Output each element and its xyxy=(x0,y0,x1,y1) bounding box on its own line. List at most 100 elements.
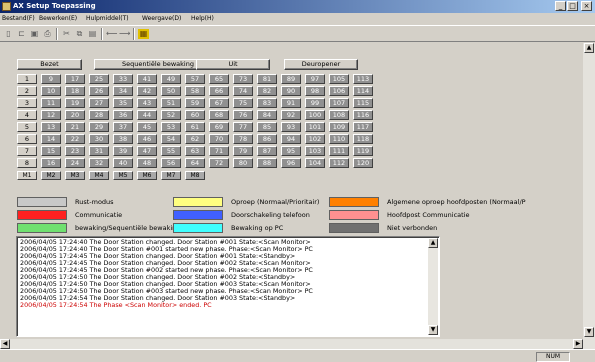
menu-weergave[interactable]: Weergave(D) xyxy=(142,14,181,24)
door-station-button[interactable]: 73 xyxy=(233,74,253,84)
master-station-button[interactable]: M2 xyxy=(41,171,61,180)
door-station-button[interactable]: 32 xyxy=(89,158,109,168)
row-button[interactable]: 2 xyxy=(17,86,37,96)
door-station-button[interactable]: 61 xyxy=(185,122,205,132)
door-station-button[interactable]: 12 xyxy=(41,110,61,120)
door-station-button[interactable]: 76 xyxy=(233,110,253,120)
door-station-button[interactable]: 11 xyxy=(41,98,61,108)
door-station-button[interactable]: 49 xyxy=(161,74,181,84)
deuropener-button[interactable]: Deuropener xyxy=(284,59,358,70)
bezet-button[interactable]: Bezet xyxy=(17,59,82,70)
door-station-button[interactable]: 24 xyxy=(65,158,85,168)
door-station-button[interactable]: 110 xyxy=(329,134,349,144)
highlight-icon[interactable]: ▦ xyxy=(138,29,149,39)
door-station-button[interactable]: 109 xyxy=(329,122,349,132)
door-station-button[interactable]: 26 xyxy=(89,86,109,96)
door-station-button[interactable]: 89 xyxy=(281,74,301,84)
door-station-button[interactable]: 70 xyxy=(209,134,229,144)
new-icon[interactable]: ▯ xyxy=(3,29,14,39)
scroll-right-icon[interactable]: ▶ xyxy=(573,339,583,349)
app-icon[interactable] xyxy=(2,2,11,11)
door-station-button[interactable]: 46 xyxy=(137,134,157,144)
minimize-button[interactable]: _ xyxy=(555,1,566,11)
door-station-button[interactable]: 75 xyxy=(233,98,253,108)
door-station-button[interactable]: 67 xyxy=(209,98,229,108)
print-icon[interactable]: ⎙ xyxy=(42,29,53,39)
maximize-button[interactable]: □ xyxy=(567,1,578,11)
door-station-button[interactable]: 99 xyxy=(305,98,325,108)
event-log[interactable]: 2006/04/05 17:24:54 The Phase <Scan Moni… xyxy=(16,236,440,337)
door-station-button[interactable]: 93 xyxy=(281,122,301,132)
door-station-button[interactable]: 51 xyxy=(161,98,181,108)
door-station-button[interactable]: 112 xyxy=(329,158,349,168)
door-station-button[interactable]: 29 xyxy=(89,122,109,132)
master-station-button[interactable]: M4 xyxy=(89,171,109,180)
master-station-button[interactable]: M8 xyxy=(185,171,205,180)
door-station-button[interactable]: 47 xyxy=(137,146,157,156)
door-station-button[interactable]: 50 xyxy=(161,86,181,96)
door-station-button[interactable]: 18 xyxy=(65,86,85,96)
door-station-button[interactable]: 9 xyxy=(41,74,61,84)
door-station-button[interactable]: 44 xyxy=(137,110,157,120)
door-station-button[interactable]: 68 xyxy=(209,110,229,120)
door-station-button[interactable]: 116 xyxy=(353,110,373,120)
door-station-button[interactable]: 103 xyxy=(305,146,325,156)
door-station-button[interactable]: 85 xyxy=(257,122,277,132)
door-station-button[interactable]: 120 xyxy=(353,158,373,168)
door-station-button[interactable]: 87 xyxy=(257,146,277,156)
door-station-button[interactable]: 60 xyxy=(185,110,205,120)
door-station-button[interactable]: 106 xyxy=(329,86,349,96)
save-icon[interactable]: ▣ xyxy=(29,29,40,39)
door-station-button[interactable]: 63 xyxy=(185,146,205,156)
copy-icon[interactable]: ⧉ xyxy=(74,29,85,39)
door-station-button[interactable]: 16 xyxy=(41,158,61,168)
door-station-button[interactable]: 78 xyxy=(233,134,253,144)
door-station-button[interactable]: 102 xyxy=(305,134,325,144)
window-horizontal-scrollbar[interactable]: ◀ ▶ xyxy=(0,339,583,349)
door-station-button[interactable]: 55 xyxy=(161,146,181,156)
master-station-button[interactable]: M3 xyxy=(65,171,85,180)
scroll-down-icon[interactable]: ▼ xyxy=(428,325,438,335)
master-station-button[interactable]: M5 xyxy=(113,171,133,180)
cut-icon[interactable]: ✂ xyxy=(61,29,72,39)
door-station-button[interactable]: 54 xyxy=(161,134,181,144)
door-station-button[interactable]: 71 xyxy=(209,146,229,156)
door-station-button[interactable]: 21 xyxy=(65,122,85,132)
door-station-button[interactable]: 77 xyxy=(233,122,253,132)
door-station-button[interactable]: 80 xyxy=(233,158,253,168)
door-station-button[interactable]: 27 xyxy=(89,98,109,108)
door-station-button[interactable]: 74 xyxy=(233,86,253,96)
door-station-button[interactable]: 43 xyxy=(137,98,157,108)
door-station-button[interactable]: 59 xyxy=(185,98,205,108)
door-station-button[interactable]: 115 xyxy=(353,98,373,108)
door-station-button[interactable]: 15 xyxy=(41,146,61,156)
door-station-button[interactable]: 119 xyxy=(353,146,373,156)
door-station-button[interactable]: 117 xyxy=(353,122,373,132)
door-station-button[interactable]: 92 xyxy=(281,110,301,120)
door-station-button[interactable]: 23 xyxy=(65,146,85,156)
scroll-up-icon[interactable]: ▲ xyxy=(428,238,438,248)
door-station-button[interactable]: 19 xyxy=(65,98,85,108)
door-station-button[interactable]: 104 xyxy=(305,158,325,168)
row-button[interactable]: 5 xyxy=(17,122,37,132)
door-station-button[interactable]: 100 xyxy=(305,110,325,120)
door-station-button[interactable]: 82 xyxy=(257,86,277,96)
paste-icon[interactable]: ▤ xyxy=(87,29,98,39)
scroll-up-icon[interactable]: ▲ xyxy=(584,43,594,53)
door-station-button[interactable]: 101 xyxy=(305,122,325,132)
menu-help[interactable]: Help(H) xyxy=(191,14,214,24)
door-station-button[interactable]: 40 xyxy=(113,158,133,168)
connect-icon[interactable]: ⟵ xyxy=(106,29,117,39)
door-station-button[interactable]: 90 xyxy=(281,86,301,96)
door-station-button[interactable]: 97 xyxy=(305,74,325,84)
door-station-button[interactable]: 79 xyxy=(233,146,253,156)
door-station-button[interactable]: 13 xyxy=(41,122,61,132)
door-station-button[interactable]: 113 xyxy=(353,74,373,84)
door-station-button[interactable]: 72 xyxy=(209,158,229,168)
window-vertical-scrollbar[interactable]: ▲ ▼ xyxy=(583,43,595,349)
door-station-button[interactable]: 45 xyxy=(137,122,157,132)
master-station-button[interactable]: M6 xyxy=(137,171,157,180)
door-station-button[interactable]: 34 xyxy=(113,86,133,96)
door-station-button[interactable]: 35 xyxy=(113,98,133,108)
door-station-button[interactable]: 20 xyxy=(65,110,85,120)
